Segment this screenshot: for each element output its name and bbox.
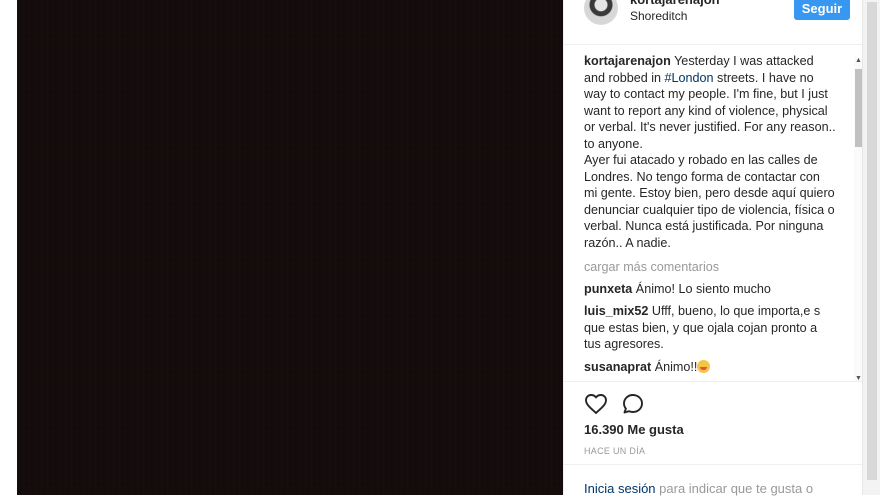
comments-list: kortajarenajon Yesterday I was attacked … — [584, 53, 836, 381]
load-more-comments-button[interactable]: cargar más comentarios — [584, 259, 836, 276]
login-rest-text: para indicar que te gusta o — [655, 481, 814, 496]
comment-text: Ánimo!! — [654, 359, 698, 374]
hashtag-link[interactable]: #London — [665, 71, 714, 85]
comment-item: luis_mix52 Ufff, bueno, lo que importa,e… — [584, 303, 836, 353]
comment-username[interactable]: punxeta — [584, 282, 632, 296]
login-prompt: Inicia sesión para indicar que te gusta … — [564, 464, 863, 497]
comments-section: kortajarenajon Yesterday I was attacked … — [564, 45, 863, 381]
comment-item: punxeta Ánimo! Lo siento mucho — [584, 281, 836, 298]
left-margin — [0, 0, 17, 495]
comment-username[interactable]: susanaprat — [584, 360, 651, 374]
comment-username[interactable]: luis_mix52 — [584, 304, 648, 318]
post-location[interactable]: Shoreditch — [630, 9, 687, 23]
page-scrollbar[interactable] — [862, 0, 880, 495]
emoji-icon — [697, 359, 711, 373]
comment-icon[interactable] — [621, 392, 645, 416]
comment-text: Ánimo! Lo siento mucho — [635, 281, 771, 296]
scroll-up-arrow-icon[interactable]: ▲ — [855, 57, 862, 64]
post-actions: 16.390 Me gusta HACE UN DÍA Inicia sesió… — [564, 381, 863, 496]
login-link[interactable]: Inicia sesión — [584, 481, 656, 496]
post-username[interactable]: kortajarenajon — [630, 0, 720, 7]
heart-icon[interactable] — [584, 392, 608, 416]
page-scroll-thumb[interactable] — [867, 2, 877, 480]
caption-username[interactable]: kortajarenajon — [584, 54, 671, 68]
post-timestamp: HACE UN DÍA — [584, 446, 646, 456]
post-photo[interactable] — [17, 0, 563, 495]
avatar[interactable] — [584, 0, 618, 25]
caption-text-spanish: Ayer fui atacado y robado en las calles … — [584, 153, 835, 250]
comment-item: susanaprat Ánimo!! — [584, 359, 836, 376]
follow-button[interactable]: Seguir — [794, 0, 850, 20]
caption: kortajarenajon Yesterday I was attacked … — [584, 53, 836, 251]
comments-scroll-thumb[interactable] — [855, 69, 862, 147]
post-header: kortajarenajon Shoreditch Seguir — [564, 0, 863, 45]
likes-count[interactable]: 16.390 Me gusta — [584, 422, 684, 437]
login-text: Inicia sesión para indicar que te gusta … — [584, 481, 813, 496]
post-side-panel: kortajarenajon Shoreditch Seguir kortaja… — [563, 0, 863, 496]
